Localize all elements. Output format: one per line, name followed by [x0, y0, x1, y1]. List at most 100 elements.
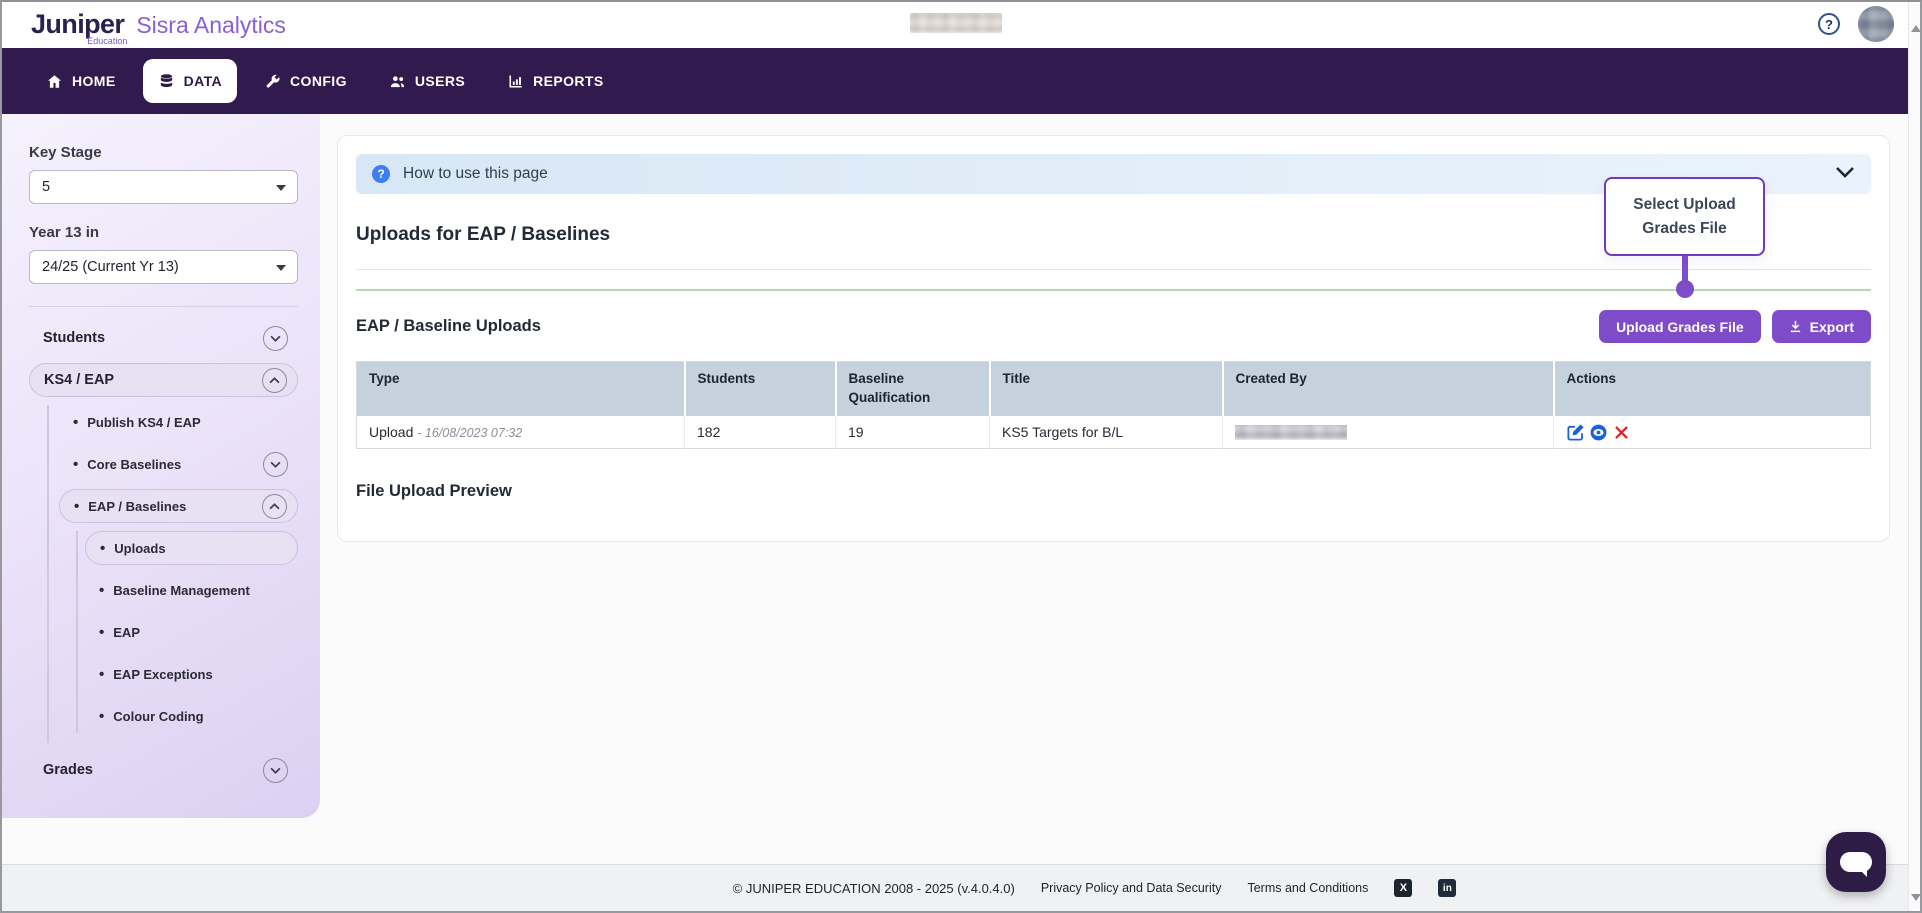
- sidebar-item-students[interactable]: Students: [29, 321, 298, 355]
- sidebar-item-ks4-eap[interactable]: KS4 / EAP: [29, 363, 298, 397]
- database-icon: [158, 73, 175, 90]
- product-name: Sisra Analytics: [136, 12, 286, 39]
- sidebar-item-colour-coding[interactable]: • Colour Coding: [85, 699, 298, 733]
- logo-text: Juniper: [31, 9, 124, 39]
- sidebar-item-eap[interactable]: • EAP: [85, 615, 298, 649]
- logo-subtext: Education: [87, 36, 127, 46]
- col-created-by: Created By: [1223, 362, 1554, 416]
- avatar[interactable]: [1858, 6, 1894, 42]
- table-header-row: Type Students Baseline Qualification Tit…: [357, 362, 1871, 416]
- col-baseline-qualification: Baseline Qualification: [836, 362, 990, 416]
- divider-green: [356, 289, 1871, 291]
- cell-students: 182: [685, 416, 836, 449]
- bullet-icon: •: [100, 541, 105, 556]
- sidebar-item-grades[interactable]: Grades: [29, 753, 298, 787]
- sidebar-item-eap-baselines[interactable]: • EAP / Baselines: [59, 489, 298, 523]
- sidebar-item-publish-ks4-eap[interactable]: • Publish KS4 / EAP: [59, 405, 298, 439]
- col-type: Type: [357, 362, 685, 416]
- terms-link[interactable]: Terms and Conditions: [1247, 881, 1368, 895]
- cell-type: Upload - 16/08/2023 07:32: [357, 416, 685, 449]
- export-button-label: Export: [1810, 319, 1854, 335]
- bullet-icon: •: [73, 415, 78, 430]
- chevron-up-icon[interactable]: [262, 494, 287, 519]
- scroll-down-icon[interactable]: [1911, 894, 1921, 901]
- chevron-down-icon[interactable]: [263, 758, 288, 783]
- redacted-created-by: [1235, 425, 1347, 440]
- chevron-down-icon[interactable]: [1835, 165, 1855, 183]
- bullet-icon: •: [74, 499, 79, 514]
- copyright-text: © JUNIPER EDUCATION 2008 - 2025 (v.4.0.4…: [733, 881, 1015, 896]
- key-stage-select[interactable]: 5: [29, 170, 298, 204]
- chart-icon: [507, 73, 524, 90]
- chevron-up-icon[interactable]: [262, 368, 287, 393]
- sidebar-item-uploads[interactable]: • Uploads: [85, 531, 298, 565]
- wrench-icon: [264, 73, 281, 90]
- delete-icon[interactable]: [1612, 423, 1631, 442]
- nav-config-label: CONFIG: [290, 73, 347, 89]
- cell-baseline-qualification: 19: [836, 416, 990, 449]
- juniper-logo: Juniper Education: [31, 9, 124, 40]
- col-students: Students: [685, 362, 836, 416]
- select-caret-icon: [276, 185, 286, 191]
- scroll-up-icon[interactable]: [1911, 25, 1921, 32]
- nav-config[interactable]: CONFIG: [249, 59, 362, 103]
- nav-reports[interactable]: REPORTS: [492, 59, 618, 103]
- tooltip-line-2: Grades File: [1614, 217, 1755, 241]
- uploads-table: Type Students Baseline Qualification Tit…: [356, 361, 1871, 449]
- footer: © JUNIPER EDUCATION 2008 - 2025 (v.4.0.4…: [1, 864, 1908, 911]
- nav-home-label: HOME: [72, 73, 116, 89]
- file-upload-preview-title: File Upload Preview: [356, 482, 1871, 501]
- table-row: Upload - 16/08/2023 07:32 182 19 KS5 Tar…: [357, 416, 1871, 449]
- upload-grades-file-button[interactable]: Upload Grades File: [1599, 310, 1761, 343]
- privacy-policy-link[interactable]: Privacy Policy and Data Security: [1041, 881, 1222, 895]
- select-caret-icon: [276, 265, 286, 271]
- key-stage-label: Key Stage: [29, 144, 298, 161]
- divider: [356, 269, 1871, 270]
- year-label: Year 13 in: [29, 224, 298, 241]
- nav-users-label: USERS: [415, 73, 465, 89]
- upload-button-label: Upload Grades File: [1616, 319, 1744, 335]
- header-actions: ?: [1818, 0, 1894, 48]
- sidebar-item-eap-exceptions[interactable]: • EAP Exceptions: [85, 657, 298, 691]
- nav-users[interactable]: USERS: [374, 59, 480, 103]
- col-actions: Actions: [1554, 362, 1871, 416]
- upload-type: Upload: [369, 424, 413, 440]
- home-icon: [46, 73, 63, 90]
- key-stage-value: 5: [42, 179, 50, 195]
- bullet-icon: •: [99, 583, 104, 598]
- x-social-icon[interactable]: X: [1394, 879, 1412, 897]
- bullet-icon: •: [73, 457, 78, 472]
- year-select[interactable]: 24/25 (Current Yr 13): [29, 250, 298, 284]
- view-icon[interactable]: [1589, 423, 1608, 442]
- tooltip-line-1: Select Upload: [1614, 193, 1755, 217]
- nav-data[interactable]: DATA: [143, 59, 237, 103]
- select-upload-grades-file-tooltip: Select Upload Grades File: [1604, 177, 1765, 256]
- bullet-icon: •: [99, 709, 104, 724]
- nav-reports-label: REPORTS: [533, 73, 603, 89]
- nav-home[interactable]: HOME: [31, 59, 131, 103]
- linkedin-icon[interactable]: in: [1438, 879, 1456, 897]
- main-card: ? How to use this page Uploads for EAP /…: [337, 135, 1890, 542]
- sidebar: Key Stage 5 Year 13 in 24/25 (Current Yr…: [1, 114, 320, 818]
- year-value: 24/25 (Current Yr 13): [42, 259, 179, 275]
- edit-icon[interactable]: [1566, 423, 1585, 442]
- sidebar-tree: Students KS4 / EAP • Publish KS4 / EAP •…: [29, 321, 298, 787]
- chat-widget-button[interactable]: [1826, 832, 1886, 892]
- sidebar-item-baseline-management[interactable]: • Baseline Management: [85, 573, 298, 607]
- export-button[interactable]: Export: [1772, 310, 1871, 343]
- help-icon[interactable]: ?: [1818, 13, 1840, 35]
- help-banner-label: How to use this page: [403, 165, 548, 183]
- app-header: Juniper Education Sisra Analytics ?: [1, 0, 1908, 48]
- bullet-icon: •: [99, 667, 104, 682]
- sidebar-item-core-baselines[interactable]: • Core Baselines: [59, 447, 298, 481]
- cell-title: KS5 Targets for B/L: [990, 416, 1223, 449]
- section-row: EAP / Baseline Uploads Upload Grades Fil…: [356, 310, 1871, 343]
- bullet-icon: •: [99, 625, 104, 640]
- redacted-school-name: [910, 13, 1002, 33]
- main-nav: HOME DATA CONFIG USERS REPORTS: [1, 48, 1908, 114]
- section-title: EAP / Baseline Uploads: [356, 317, 541, 336]
- brand-logo[interactable]: Juniper Education Sisra Analytics: [31, 9, 286, 40]
- chevron-down-icon[interactable]: [263, 326, 288, 351]
- chevron-down-icon[interactable]: [263, 452, 288, 477]
- vertical-scrollbar[interactable]: [1908, 0, 1922, 913]
